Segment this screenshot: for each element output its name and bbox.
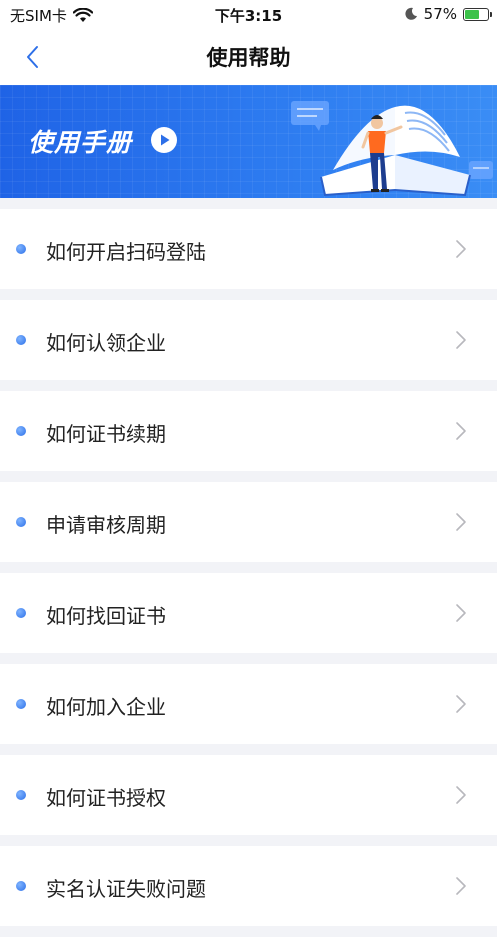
play-icon[interactable] bbox=[150, 126, 178, 154]
book-illustration bbox=[291, 101, 493, 197]
bullet-dot-icon bbox=[16, 608, 26, 618]
list-item-label: 如何认领企业 bbox=[46, 331, 166, 355]
list-item-label: 如何证书续期 bbox=[46, 422, 166, 446]
nav-bar: 使用帮助 bbox=[0, 28, 497, 85]
bullet-dot-icon bbox=[16, 335, 26, 345]
chevron-right-icon bbox=[456, 877, 466, 895]
list-item-label: 实名认证失败问题 bbox=[46, 877, 206, 901]
help-list: 如何开启扫码登陆 如何认领企业 如何证书续期 申请审核周期 如何找回证书 如何加… bbox=[0, 209, 497, 937]
chevron-right-icon bbox=[456, 331, 466, 349]
bullet-dot-icon bbox=[16, 790, 26, 800]
list-item[interactable]: 实名认证失败问题 bbox=[0, 846, 497, 926]
list-item[interactable]: 如何认领企业 bbox=[0, 300, 497, 380]
status-right: 57% bbox=[404, 5, 492, 23]
list-item[interactable]: 如何证书续期 bbox=[0, 391, 497, 471]
list-item[interactable]: 申请审核周期 bbox=[0, 482, 497, 562]
moon-icon bbox=[405, 7, 417, 20]
bullet-dot-icon bbox=[16, 699, 26, 709]
battery-percent: 57% bbox=[423, 5, 457, 23]
bullet-dot-icon bbox=[16, 426, 26, 436]
list-item-label: 如何找回证书 bbox=[46, 604, 166, 628]
chevron-right-icon bbox=[456, 513, 466, 531]
bullet-dot-icon bbox=[16, 244, 26, 254]
list-item[interactable]: 如何开启扫码登陆 bbox=[0, 209, 497, 289]
chevron-right-icon bbox=[456, 695, 466, 713]
chevron-right-icon bbox=[456, 240, 466, 258]
page-title: 使用帮助 bbox=[206, 46, 291, 70]
status-bar: 无SIM卡 下午3:15 57% bbox=[0, 0, 497, 28]
battery-icon bbox=[463, 7, 492, 21]
list-item-label: 申请审核周期 bbox=[46, 513, 166, 537]
chevron-right-icon bbox=[456, 604, 466, 622]
chevron-right-icon bbox=[456, 422, 466, 440]
list-item-label: 如何证书授权 bbox=[46, 786, 166, 810]
list-item-label: 如何加入企业 bbox=[46, 695, 166, 719]
list-item[interactable]: 如何证书授权 bbox=[0, 755, 497, 835]
banner-title: 使用手册 bbox=[28, 128, 133, 157]
chevron-right-icon bbox=[456, 786, 466, 804]
list-item[interactable]: 如何找回证书 bbox=[0, 573, 497, 653]
bullet-dot-icon bbox=[16, 517, 26, 527]
list-item[interactable]: 如何加入企业 bbox=[0, 664, 497, 744]
list-item-label: 如何开启扫码登陆 bbox=[46, 240, 206, 264]
user-manual-banner[interactable]: 使用手册 bbox=[0, 85, 497, 198]
